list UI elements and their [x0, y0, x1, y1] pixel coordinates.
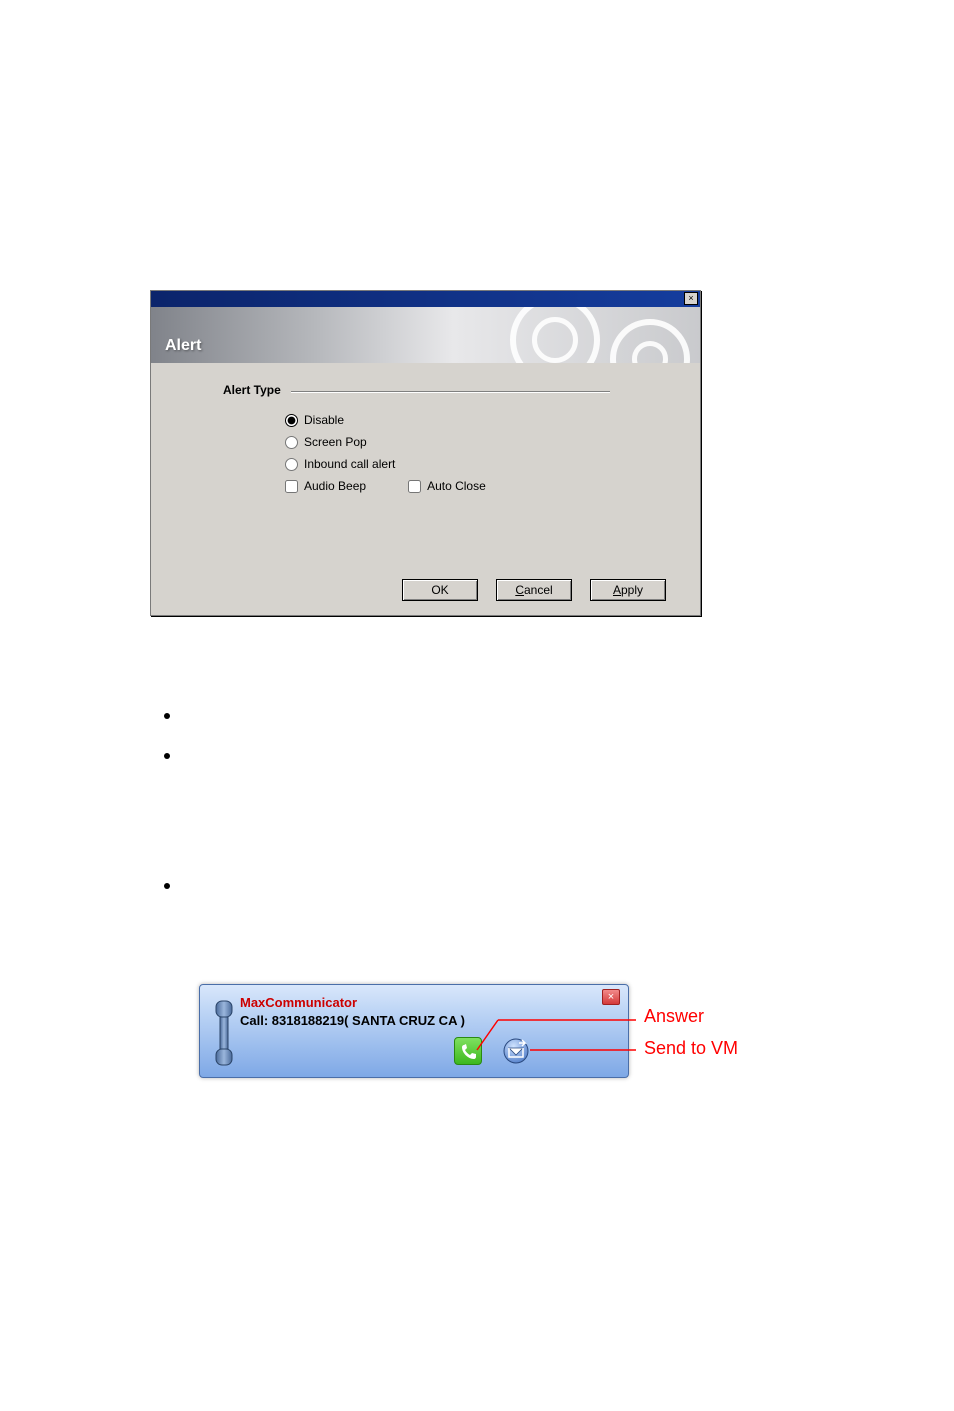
checkbox-auto-close-label[interactable]: Auto Close — [427, 479, 486, 493]
checkbox-audio-beep-label[interactable]: Audio Beep — [304, 479, 366, 493]
gear-icon — [510, 307, 600, 363]
dialog-title: Alert — [165, 337, 201, 355]
answer-button[interactable] — [454, 1037, 482, 1065]
checkbox-auto-close[interactable] — [408, 480, 421, 493]
phone-handset-icon — [212, 997, 236, 1069]
popup-call-info: Call: 8318188219( SANTA CRUZ CA ) — [240, 1013, 465, 1028]
radio-inbound-call-alert-label[interactable]: Inbound call alert — [304, 457, 395, 471]
callout-send-to-vm-label: Send to VM — [644, 1038, 738, 1059]
radio-screen-pop[interactable] — [285, 436, 298, 449]
bullet-icon — [164, 883, 170, 889]
radio-disable[interactable] — [285, 414, 298, 427]
call-notification-popup: × MaxCommunicator Call: 8318188219( SANT… — [199, 984, 629, 1078]
callout-answer-label: Answer — [644, 1006, 704, 1027]
bullet-icon — [164, 713, 170, 719]
radio-inbound-call-alert[interactable] — [285, 458, 298, 471]
popup-close-button[interactable]: × — [602, 989, 620, 1005]
alert-dialog: × Alert Alert Type Disable Screen Pop In… — [150, 290, 701, 616]
alert-type-group: Alert Type Disable Screen Pop Inbound ca… — [223, 391, 670, 497]
voicemail-send-icon — [502, 1037, 530, 1065]
gear-icon — [610, 319, 690, 363]
checkbox-audio-beep[interactable] — [285, 480, 298, 493]
apply-button[interactable]: Apply — [590, 579, 666, 601]
radio-disable-label[interactable]: Disable — [304, 413, 344, 427]
callout-lines — [0, 0, 954, 1411]
group-line — [291, 391, 610, 392]
radio-screen-pop-label[interactable]: Screen Pop — [304, 435, 367, 449]
send-to-vm-button[interactable] — [502, 1037, 530, 1065]
cancel-button[interactable]: Cancel — [496, 579, 572, 601]
popup-app-name: MaxCommunicator — [240, 995, 357, 1010]
ok-button[interactable]: OK — [402, 579, 478, 601]
titlebar: × — [151, 291, 700, 307]
dialog-banner: Alert — [151, 307, 700, 363]
group-label: Alert Type — [223, 383, 285, 397]
bullet-icon — [164, 753, 170, 759]
dialog-body: Alert Type Disable Screen Pop Inbound ca… — [151, 363, 700, 615]
dialog-buttons: OK Cancel Apply — [402, 579, 666, 601]
phone-answer-icon — [459, 1042, 479, 1062]
close-button[interactable]: × — [684, 292, 698, 305]
